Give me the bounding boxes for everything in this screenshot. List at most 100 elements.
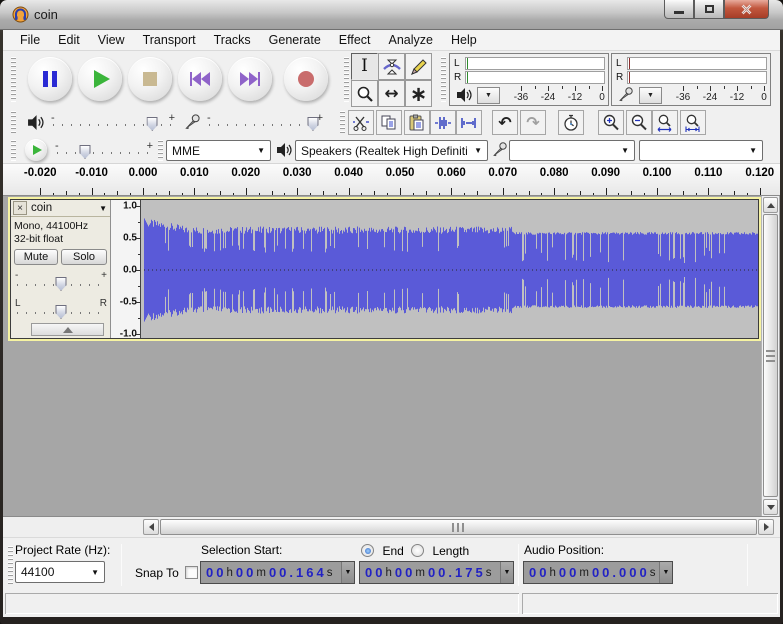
timeline-ruler[interactable]: -0.020 -0.010 0.000 0.010 0.020 0.030 0.040 0.0… xyxy=(3,164,780,196)
menu-edit[interactable]: Edit xyxy=(49,31,89,49)
zoom-tool-button[interactable] xyxy=(351,80,378,107)
track-gain-slider[interactable]: - + xyxy=(15,269,107,293)
track-close-button[interactable]: × xyxy=(13,201,27,215)
cut-button[interactable] xyxy=(348,110,374,135)
track-canvas[interactable]: × coin ▼ Mono, 44100Hz 32-bit float Mute… xyxy=(3,196,780,516)
project-rate-combo[interactable]: 44100 ▼ xyxy=(15,561,105,583)
silence-audio-button[interactable] xyxy=(456,110,482,135)
track-collapse-button[interactable] xyxy=(31,323,104,336)
scroll-left-button[interactable] xyxy=(143,519,159,535)
trim-audio-button[interactable] xyxy=(430,110,456,135)
end-radio[interactable]: End xyxy=(361,542,404,560)
playback-speed-slider[interactable]: - + xyxy=(55,139,153,161)
paste-button[interactable] xyxy=(404,110,430,135)
envelope-tool-button[interactable] xyxy=(378,53,405,80)
output-volume-thumb[interactable] xyxy=(146,117,158,131)
ruler-tick xyxy=(708,188,710,195)
scroll-up-button[interactable] xyxy=(763,197,778,213)
scroll-right-button[interactable] xyxy=(758,519,774,535)
mute-button[interactable]: Mute xyxy=(14,249,58,265)
solo-button[interactable]: Solo xyxy=(61,249,107,265)
selection-end-field[interactable]: 00 h 00 m 00.175 s ▼ xyxy=(359,561,514,584)
toolbar-grip[interactable] xyxy=(344,57,349,102)
track-header[interactable]: × coin ▼ xyxy=(11,200,110,217)
waveform-display[interactable] xyxy=(141,200,758,338)
vruler-label: -1.0 xyxy=(119,328,137,340)
track-title: coin xyxy=(31,202,53,214)
skip-to-start-button[interactable] xyxy=(178,57,222,101)
toolbar-grip[interactable] xyxy=(11,57,16,102)
skip-to-end-button[interactable] xyxy=(228,57,272,101)
menu-view[interactable]: View xyxy=(89,31,134,49)
chevron-down-icon[interactable]: ▼ xyxy=(500,562,513,583)
ibeam-icon: I xyxy=(361,56,368,76)
audio-position-field[interactable]: 00 h 00 m 00.000 s ▼ xyxy=(523,561,673,584)
audio-host-combo[interactable]: MME ▼ xyxy=(166,140,271,161)
toolbar-grip[interactable] xyxy=(8,546,13,584)
track-gain-thumb[interactable] xyxy=(55,277,67,291)
play-at-speed-button[interactable] xyxy=(25,139,47,161)
chevron-down-icon[interactable]: ▼ xyxy=(659,562,672,583)
close-button[interactable] xyxy=(724,0,769,19)
play-button[interactable] xyxy=(78,57,122,101)
input-volume-slider[interactable]: - + xyxy=(207,111,323,133)
zoom-in-button[interactable] xyxy=(598,110,624,135)
playback-meter[interactable]: L R ▼ -36 -24 -12 0 xyxy=(449,53,609,106)
ruler-tick xyxy=(91,188,93,195)
menu-help[interactable]: Help xyxy=(442,31,486,49)
toolbar-grip[interactable] xyxy=(11,111,16,134)
minimize-button[interactable] xyxy=(664,0,694,19)
horizontal-scrollbar-row xyxy=(3,516,780,537)
track-control-panel[interactable]: × coin ▼ Mono, 44100Hz 32-bit float Mute… xyxy=(11,200,111,338)
output-volume-slider[interactable]: - + xyxy=(51,111,175,133)
recording-meter[interactable]: L R ▼ -36 -24 -12 0 xyxy=(611,53,771,106)
output-device-combo[interactable]: Speakers (Realtek High Definiti ▼ xyxy=(295,140,488,161)
stop-button[interactable] xyxy=(128,57,172,101)
input-volume-thumb[interactable] xyxy=(307,117,319,131)
multi-tool-button[interactable]: ∗ xyxy=(405,80,432,107)
chevron-down-icon[interactable]: ▼ xyxy=(341,562,354,583)
recording-meter-dropdown[interactable]: ▼ xyxy=(639,87,662,104)
draw-tool-button[interactable] xyxy=(405,53,432,80)
track-menu-arrow-icon[interactable]: ▼ xyxy=(99,204,107,213)
snap-to-checkbox[interactable] xyxy=(185,566,198,579)
time-shift-tool-button[interactable]: ↔ xyxy=(378,80,405,107)
menu-transport[interactable]: Transport xyxy=(134,31,205,49)
toolbar-grip[interactable] xyxy=(340,111,345,134)
menu-effect[interactable]: Effect xyxy=(330,31,380,49)
maximize-button[interactable] xyxy=(694,0,724,19)
menu-generate[interactable]: Generate xyxy=(260,31,330,49)
redo-button[interactable]: ↷ xyxy=(520,110,546,135)
copy-button[interactable] xyxy=(376,110,402,135)
selection-start-field[interactable]: 00 h 00 m 00.164 s ▼ xyxy=(200,561,355,584)
toolbar-grip[interactable] xyxy=(441,57,446,102)
fit-selection-button[interactable] xyxy=(652,110,678,135)
input-channels-combo[interactable]: ▼ xyxy=(639,140,763,161)
track-pan-slider[interactable]: L R xyxy=(15,297,107,321)
undo-button[interactable]: ↶ xyxy=(492,110,518,135)
menu-tracks[interactable]: Tracks xyxy=(205,31,260,49)
playback-speed-thumb[interactable] xyxy=(79,145,91,159)
input-device-combo[interactable]: ▼ xyxy=(509,140,635,161)
slider-track[interactable] xyxy=(209,124,321,126)
title-bar[interactable]: coin xyxy=(0,0,783,30)
selection-tool-button[interactable]: I xyxy=(351,53,378,80)
menu-file[interactable]: File xyxy=(11,31,49,49)
slider-track[interactable] xyxy=(57,152,151,154)
horizontal-scroll-thumb[interactable] xyxy=(160,519,757,535)
sync-lock-button[interactable] xyxy=(558,110,584,135)
track-pan-thumb[interactable] xyxy=(55,305,67,319)
vertical-ruler[interactable]: 1.0 0.5 0.0 -0.5 -1.0 xyxy=(111,200,141,340)
vertical-scroll-thumb[interactable] xyxy=(763,214,778,497)
playback-meter-dropdown[interactable]: ▼ xyxy=(477,87,500,104)
scroll-down-button[interactable] xyxy=(763,499,778,515)
pause-button[interactable] xyxy=(28,57,72,101)
toolbar-grip[interactable] xyxy=(158,140,163,161)
zoom-out-button[interactable] xyxy=(626,110,652,135)
menu-analyze[interactable]: Analyze xyxy=(380,31,442,49)
vertical-scrollbar[interactable] xyxy=(761,196,779,516)
toolbar-grip[interactable] xyxy=(11,140,16,161)
fit-project-button[interactable] xyxy=(680,110,706,135)
record-button[interactable] xyxy=(284,57,328,101)
length-radio[interactable]: Length xyxy=(411,542,469,560)
